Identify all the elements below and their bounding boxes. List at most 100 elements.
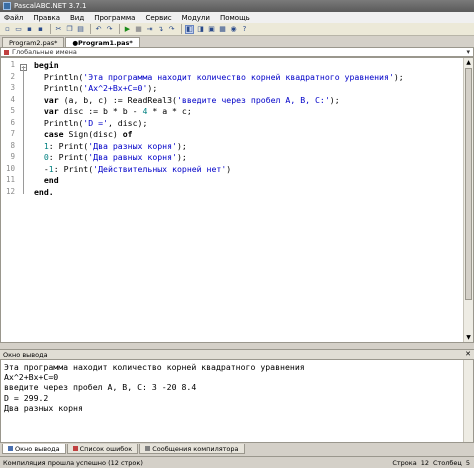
breakpoint-icon[interactable]: ◧: [185, 24, 194, 34]
menu-file[interactable]: Файл: [4, 14, 23, 22]
output-line: Ax^2+Bx+C=0: [4, 372, 59, 383]
code-token: (a, b, c) := ReadReal3(: [58, 94, 177, 105]
chevron-down-icon[interactable]: ▾: [466, 48, 470, 56]
code-token: , disc);: [107, 117, 148, 128]
debug-icon[interactable]: ◨: [196, 25, 205, 34]
step-into-icon[interactable]: ↴: [156, 25, 165, 34]
line-number: 5: [10, 106, 15, 115]
code-token: Println(: [34, 71, 84, 82]
cut-icon[interactable]: ✂: [54, 25, 63, 34]
tab-output[interactable]: Окно вывода: [2, 444, 66, 454]
line-number: 11: [5, 175, 15, 184]
code-token: -: [34, 163, 49, 174]
tab-program1[interactable]: ●Program1.pas*: [65, 37, 140, 47]
form-icon[interactable]: ▣: [207, 25, 216, 34]
tab-compiler-messages-label: Сообщения компилятора: [152, 444, 239, 453]
line-number: 3: [10, 83, 15, 92]
copy-icon[interactable]: ❐: [65, 25, 74, 34]
compiler-messages-icon: [145, 446, 151, 451]
code-line: var disc := b * b - 4 * a * c;: [34, 106, 463, 118]
tab-error-list-label: Список ошибок: [79, 444, 133, 453]
code-line: Println('Эта программа находит количеств…: [34, 72, 463, 84]
code-token: 'введите через пробел A, B, C:': [176, 94, 330, 105]
menu-help[interactable]: Помощь: [220, 14, 250, 22]
undo-icon[interactable]: ↶: [94, 25, 103, 34]
line-number-gutter: 1 2 3 4 5 6 7 8 9 10 11 12: [1, 58, 23, 342]
output-line: Два разных корня: [4, 402, 83, 413]
redo-icon[interactable]: ↷: [105, 25, 114, 34]
output-line: введите через пробел A, B, C: 3 -20 8.4: [4, 382, 197, 393]
menu-service[interactable]: Сервис: [145, 14, 171, 22]
menu-edit[interactable]: Правка: [33, 14, 60, 22]
code-area[interactable]: begin Println('Эта программа находит кол…: [34, 60, 463, 198]
code-line: end.: [34, 187, 463, 199]
output-text: Эта программа находит количество корней …: [4, 362, 305, 413]
scope-icon: [4, 49, 9, 55]
line-number: 9: [10, 152, 15, 161]
code-token: );: [176, 140, 187, 151]
scroll-up-icon[interactable]: ▲: [464, 58, 473, 67]
code-editor[interactable]: 123456789101112 − begin Println('Эта про…: [0, 57, 474, 343]
tab-error-list[interactable]: Список ошибок: [66, 444, 139, 454]
help-icon[interactable]: ?: [240, 25, 249, 34]
editor-scrollbar[interactable]: ▲ ▼: [463, 58, 473, 342]
menu-program[interactable]: Программа: [94, 14, 135, 22]
toolbar-separator: [181, 24, 182, 34]
code-line: case Sign(disc) of: [34, 129, 463, 141]
code-token: : Print(: [48, 152, 89, 162]
code-token: of: [122, 129, 133, 139]
run-icon[interactable]: ▶: [123, 25, 132, 34]
open-icon[interactable]: ▭: [14, 25, 23, 34]
line-number: 4: [10, 94, 15, 104]
scope-label: Глобальные имена: [12, 48, 77, 56]
layout-icon[interactable]: ▦: [218, 25, 227, 34]
stop-icon[interactable]: ■: [134, 25, 143, 34]
line-number: 2: [10, 71, 15, 81]
scrollbar-thumb[interactable]: [465, 68, 472, 300]
output-panel-title: Окно вывода: [3, 350, 48, 359]
code-token: Sign(disc): [63, 129, 123, 139]
paste-icon[interactable]: ▤: [76, 25, 85, 34]
new-icon[interactable]: ▫: [3, 25, 12, 34]
scope-selector[interactable]: Глобальные имена ▾: [0, 47, 474, 57]
code-token: 'Два разных корня': [88, 140, 177, 151]
menu-modules[interactable]: Модули: [182, 14, 210, 22]
row-value: 12: [420, 459, 429, 467]
code-line: -1: Print('Действительных корней нет'): [34, 164, 463, 176]
code-token: begin: [34, 60, 59, 70]
code-token: 'Два равных корня': [88, 152, 177, 162]
line-number: 10: [5, 163, 15, 173]
col-value: 5: [465, 459, 470, 467]
code-token: case: [43, 129, 64, 139]
app-icon: [3, 2, 11, 10]
line-number: 1: [10, 60, 15, 69]
line-number: 7: [10, 129, 15, 138]
save-icon[interactable]: ▪: [25, 25, 34, 34]
window-title: PascalABC.NET 3.7.1: [14, 2, 87, 10]
code-token: * a * c;: [147, 106, 192, 116]
tab-program2[interactable]: Program2.pas*: [2, 37, 65, 47]
output-window[interactable]: Эта программа находит количество корней …: [0, 359, 474, 443]
step-over-icon[interactable]: ↷: [167, 25, 176, 34]
save-all-icon[interactable]: ▪: [36, 25, 45, 34]
code-token: 'D =': [83, 117, 108, 128]
code-token: end.: [34, 186, 54, 197]
toolbar: ▫ ▭ ▪ ▪ ✂ ❐ ▤ ↶ ↷ ▶ ■ ⇥ ↴ ↷ ◧ ◨ ▣ ▦ ◉ ?: [0, 23, 474, 36]
output-window-icon: [8, 446, 13, 451]
tab-compiler-messages[interactable]: Сообщения компилятора: [139, 444, 245, 454]
output-scrollbar[interactable]: [463, 360, 473, 442]
menu-view[interactable]: Вид: [70, 14, 84, 22]
step-icon[interactable]: ⇥: [145, 25, 154, 34]
code-token: : Print(: [53, 163, 94, 174]
tab-output-label: Окно вывода: [15, 444, 60, 453]
menu-bar: Файл Правка Вид Программа Сервис Модули …: [0, 12, 474, 23]
watch-icon[interactable]: ◉: [229, 25, 238, 34]
code-line: 0: Print('Два равных корня');: [34, 152, 463, 164]
scroll-down-icon[interactable]: ▼: [464, 333, 473, 342]
close-icon[interactable]: ✕: [465, 350, 471, 358]
code-line: Println('Ax^2+Bx+C=0');: [34, 83, 463, 95]
code-token: Println(: [34, 117, 84, 128]
error-list-icon: [72, 446, 78, 451]
